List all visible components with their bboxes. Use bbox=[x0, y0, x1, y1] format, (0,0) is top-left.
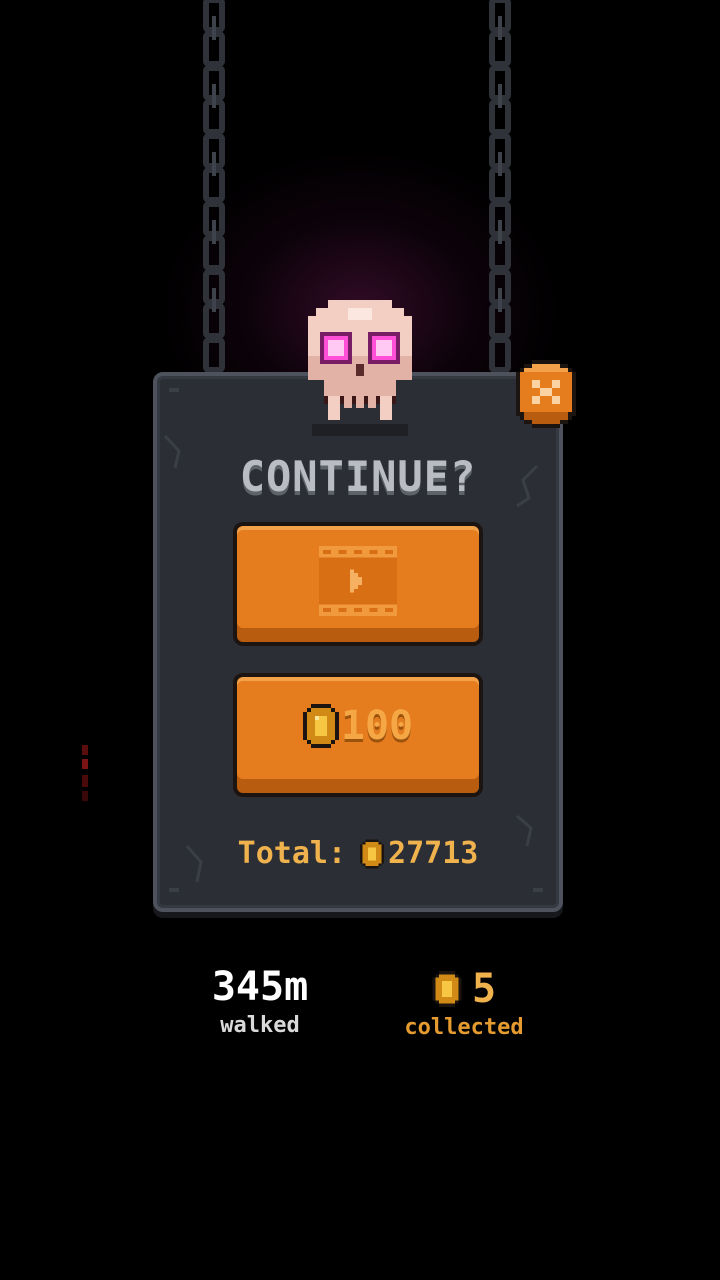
coin-icon bbox=[360, 838, 385, 869]
chain-left bbox=[203, 0, 225, 373]
coins-label: collected bbox=[404, 1015, 524, 1040]
game-over-screen: CONTINUE? 100 Total: 27713 345m walked 5… bbox=[0, 0, 720, 1280]
coins-value: 5 bbox=[471, 966, 497, 1012]
watch-ad-button[interactable] bbox=[233, 522, 483, 646]
coins-value-row: 5 bbox=[354, 962, 574, 1014]
coin-icon bbox=[432, 971, 462, 1007]
coin-cost-value: 100 bbox=[340, 703, 414, 749]
film-play-icon bbox=[319, 546, 397, 616]
ember-decoration bbox=[82, 745, 88, 801]
pay-coins-button[interactable]: 100 bbox=[233, 673, 483, 797]
skull-icon bbox=[308, 300, 412, 436]
distance-value: 345m bbox=[211, 964, 309, 1010]
total-value: 27713 bbox=[388, 836, 479, 871]
dialog-title: CONTINUE? bbox=[239, 452, 477, 501]
coin-icon bbox=[302, 704, 339, 748]
chain-right bbox=[489, 0, 511, 373]
distance-stat: 345m walked bbox=[150, 962, 370, 1040]
coin-cost: 100 bbox=[237, 703, 479, 749]
close-x-icon bbox=[516, 360, 576, 428]
total-coins: Total: 27713 bbox=[153, 836, 563, 871]
close-button[interactable] bbox=[512, 360, 580, 428]
coins-stat: 5 collected bbox=[354, 962, 574, 1042]
total-label: Total: bbox=[237, 836, 347, 871]
distance-label: walked bbox=[220, 1013, 300, 1038]
